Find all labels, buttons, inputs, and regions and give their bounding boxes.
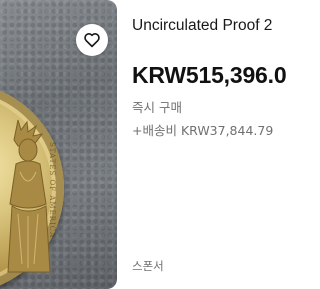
statue-of-liberty-relief [7,119,51,273]
heart-icon [84,33,100,48]
listing-price: KRW515,396.0 [132,62,287,88]
favorite-button[interactable] [76,24,108,56]
listing-details: Uncirculated Proof 2 KRW515,396.0 즉시 구매 … [132,0,289,289]
item-image[interactable]: STATES OF AMERICA [0,0,117,289]
listing-title[interactable]: Uncirculated Proof 2 [132,17,272,35]
sponsored-label: 스폰서 [132,259,164,273]
shipping-cost: +배송비 KRW37,844.79 [132,123,274,138]
purchase-format: 즉시 구매 [132,100,182,115]
